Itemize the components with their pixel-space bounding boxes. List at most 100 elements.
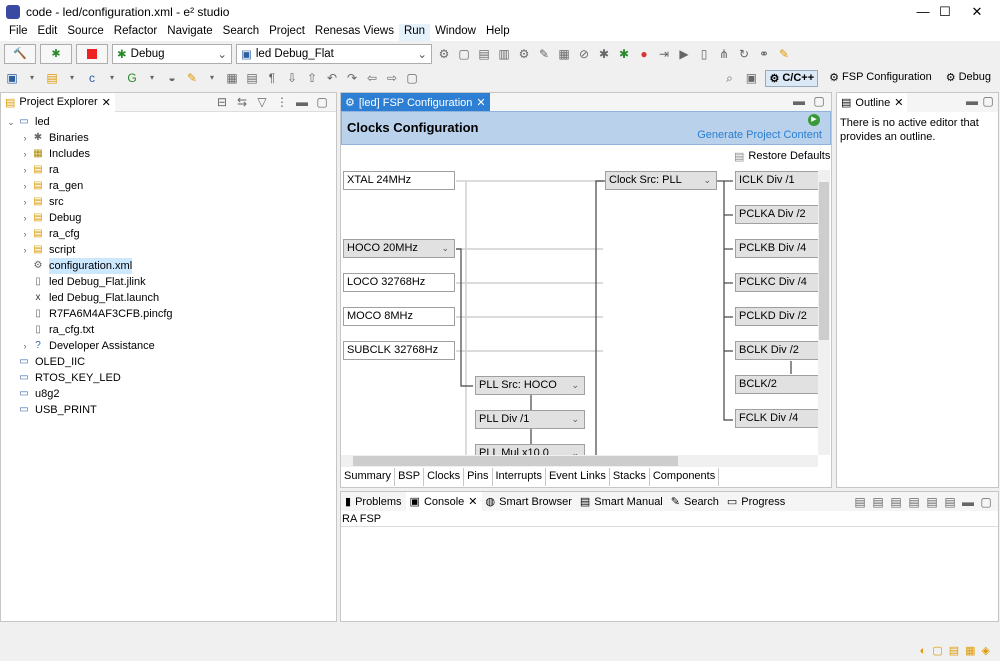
open-console-icon[interactable]: ▤ bbox=[942, 494, 958, 510]
new-item-icon[interactable]: G bbox=[124, 70, 140, 86]
step-icon[interactable]: ⇥ bbox=[656, 46, 672, 62]
menu-project[interactable]: Project bbox=[264, 24, 310, 41]
menu-edit[interactable]: Edit bbox=[33, 24, 63, 41]
chevron-down-icon[interactable]: ⌄ bbox=[5, 114, 17, 130]
play-icon[interactable]: ▶ bbox=[808, 114, 820, 126]
new-class-icon[interactable]: c bbox=[84, 70, 100, 86]
tree-item[interactable]: ⌄ ▭ led bbox=[1, 114, 336, 130]
divider-box[interactable]: PCLKA Div /2 bbox=[735, 205, 818, 224]
vertical-scrollbar[interactable] bbox=[818, 170, 830, 455]
tree-item[interactable]: › ▦ Includes bbox=[1, 146, 336, 162]
pll-box[interactable]: PLL Src: HOCO ⌄ bbox=[475, 376, 585, 395]
tree-item[interactable]: ▯ R7FA6M4AF3CFB.pincfg bbox=[1, 306, 336, 322]
build-button[interactable]: 🔨 bbox=[4, 44, 36, 64]
new-window-icon[interactable]: ▢ bbox=[404, 70, 420, 86]
prev-annotation-icon[interactable]: ⇧ bbox=[304, 70, 320, 86]
divider-box[interactable]: PCLKD Div /2 bbox=[735, 307, 818, 326]
save-all-icon[interactable]: ▥ bbox=[496, 46, 512, 62]
tab-clocks[interactable]: Clocks bbox=[424, 468, 465, 486]
chevron-right-icon[interactable]: › bbox=[19, 178, 31, 194]
tab-interrupts[interactable]: Interrupts bbox=[493, 468, 546, 486]
close-icon[interactable]: ✕ bbox=[468, 495, 477, 508]
minimize-icon[interactable]: ▬ bbox=[964, 93, 980, 109]
restore-defaults-button[interactable]: ▤ Restore Defaults bbox=[734, 150, 830, 163]
minimize-icon[interactable]: ▬ bbox=[791, 93, 807, 109]
chevron-down-icon[interactable]: ⌄ bbox=[571, 377, 579, 394]
launch-config-select[interactable]: ▣ led Debug_Flat ⌄ bbox=[236, 44, 432, 64]
tab-search[interactable]: ✎ Search bbox=[667, 492, 723, 511]
tree-item[interactable]: ▭ OLED_IIC bbox=[1, 354, 336, 370]
word-wrap-icon[interactable]: ▤ bbox=[888, 494, 904, 510]
tab-stacks[interactable]: Stacks bbox=[610, 468, 650, 486]
tab-outline[interactable]: ▤ Outline ✕ bbox=[837, 93, 908, 112]
dropdown-icon[interactable]: ▾ bbox=[144, 70, 160, 86]
save-icon[interactable]: ▤ bbox=[476, 46, 492, 62]
maximize-icon[interactable]: ▢ bbox=[314, 94, 330, 110]
stop-button[interactable] bbox=[76, 44, 108, 64]
divider-box[interactable]: PCLKC Div /4 bbox=[735, 273, 818, 292]
collapse-all-icon[interactable]: ⊟ bbox=[214, 94, 230, 110]
open-perspective-icon[interactable]: ▣ bbox=[743, 70, 759, 86]
tree-item[interactable]: ›? Developer Assistance bbox=[1, 338, 336, 354]
menu-file[interactable]: File bbox=[4, 24, 33, 41]
divider-box[interactable]: BCLK/2 bbox=[735, 375, 818, 394]
search-icon[interactable]: ⌕ bbox=[721, 70, 737, 86]
scroll-lock-icon[interactable]: ▤ bbox=[870, 494, 886, 510]
link-editor-icon[interactable]: ⇆ bbox=[234, 94, 250, 110]
dropdown-icon[interactable]: ▾ bbox=[104, 70, 120, 86]
pin-icon[interactable]: ▤ bbox=[906, 494, 922, 510]
tree-item[interactable]: ▭ RTOS_KEY_LED bbox=[1, 370, 336, 386]
status-icon[interactable]: ▤ bbox=[949, 644, 959, 657]
menu-search[interactable]: Search bbox=[218, 24, 264, 41]
tools-icon[interactable]: ✎ bbox=[536, 46, 552, 62]
clear-console-icon[interactable]: ▤ bbox=[852, 494, 868, 510]
close-icon[interactable]: ✕ bbox=[102, 96, 111, 109]
tree-item[interactable]: ▯ ra_cfg.txt bbox=[1, 322, 336, 338]
resume-icon[interactable]: ▶ bbox=[676, 46, 692, 62]
tab-summary[interactable]: Summary bbox=[341, 468, 396, 486]
gear-icon[interactable]: ⚙ bbox=[436, 46, 452, 62]
tree-item[interactable]: › ▤ ra_cfg bbox=[1, 226, 336, 242]
menu-window[interactable]: Window bbox=[430, 24, 481, 41]
menu-source[interactable]: Source bbox=[62, 24, 108, 41]
scroll-thumb[interactable] bbox=[819, 182, 829, 340]
divider-box[interactable]: BCLK Div /2 bbox=[735, 341, 818, 360]
chevron-right-icon[interactable]: › bbox=[19, 162, 31, 178]
source-subclk[interactable]: SUBCLK 32768Hz bbox=[343, 341, 455, 360]
chevron-down-icon[interactable]: ⌄ bbox=[571, 445, 579, 455]
tab-project-explorer[interactable]: ▤ Project Explorer ✕ bbox=[1, 92, 115, 112]
tab-problems[interactable]: ▮ Problems bbox=[341, 492, 406, 511]
chevron-right-icon[interactable]: › bbox=[19, 146, 31, 162]
source-hoco[interactable]: HOCO 20MHz ⌄ bbox=[343, 239, 455, 258]
chevron-right-icon[interactable]: › bbox=[19, 226, 31, 242]
tab-smart-manual[interactable]: ▤ Smart Manual bbox=[576, 492, 667, 511]
chip-icon[interactable]: ▦ bbox=[556, 46, 572, 62]
run-icon[interactable]: ● bbox=[636, 46, 652, 62]
tab-components[interactable]: Components bbox=[650, 468, 720, 486]
tree-item[interactable]: ▯ led Debug_Flat.jlink bbox=[1, 274, 336, 290]
tree-item[interactable]: › ▤ ra_gen bbox=[1, 178, 336, 194]
perspective-c-c-[interactable]: ⚙ C/C++ bbox=[765, 69, 819, 87]
tree-item[interactable]: › ▤ src bbox=[1, 194, 336, 210]
tree-item[interactable]: › ▤ script bbox=[1, 242, 336, 258]
close-icon[interactable]: ✕ bbox=[476, 96, 485, 109]
dropdown-icon[interactable]: ▾ bbox=[24, 70, 40, 86]
link-icon[interactable]: ⚭ bbox=[756, 46, 772, 62]
chevron-down-icon[interactable]: ⌄ bbox=[571, 411, 579, 428]
debug-button[interactable]: ✱ bbox=[40, 44, 72, 64]
source-moco[interactable]: MOCO 8MHz bbox=[343, 307, 455, 326]
horizontal-scrollbar[interactable] bbox=[341, 455, 818, 467]
last-edit-icon[interactable]: ↶ bbox=[324, 70, 340, 86]
divider-box[interactable]: PCLKB Div /4 bbox=[735, 239, 818, 258]
pilcrow-icon[interactable]: ¶ bbox=[264, 70, 280, 86]
menu-help[interactable]: Help bbox=[481, 24, 515, 41]
source-xtal[interactable]: XTAL 24MHz bbox=[343, 171, 455, 190]
menu-run[interactable]: Run bbox=[398, 24, 431, 41]
menu-renesas-views[interactable]: Renesas Views bbox=[310, 24, 399, 41]
bug-icon[interactable]: ✱ bbox=[596, 46, 612, 62]
chevron-down-icon[interactable]: ⌄ bbox=[703, 172, 711, 189]
new-c-project-icon[interactable]: ▣ bbox=[4, 70, 20, 86]
tab-event-links[interactable]: Event Links bbox=[546, 468, 610, 486]
divider-box[interactable]: ICLK Div /1 bbox=[735, 171, 818, 190]
close-icon[interactable]: ✕ bbox=[894, 96, 903, 109]
